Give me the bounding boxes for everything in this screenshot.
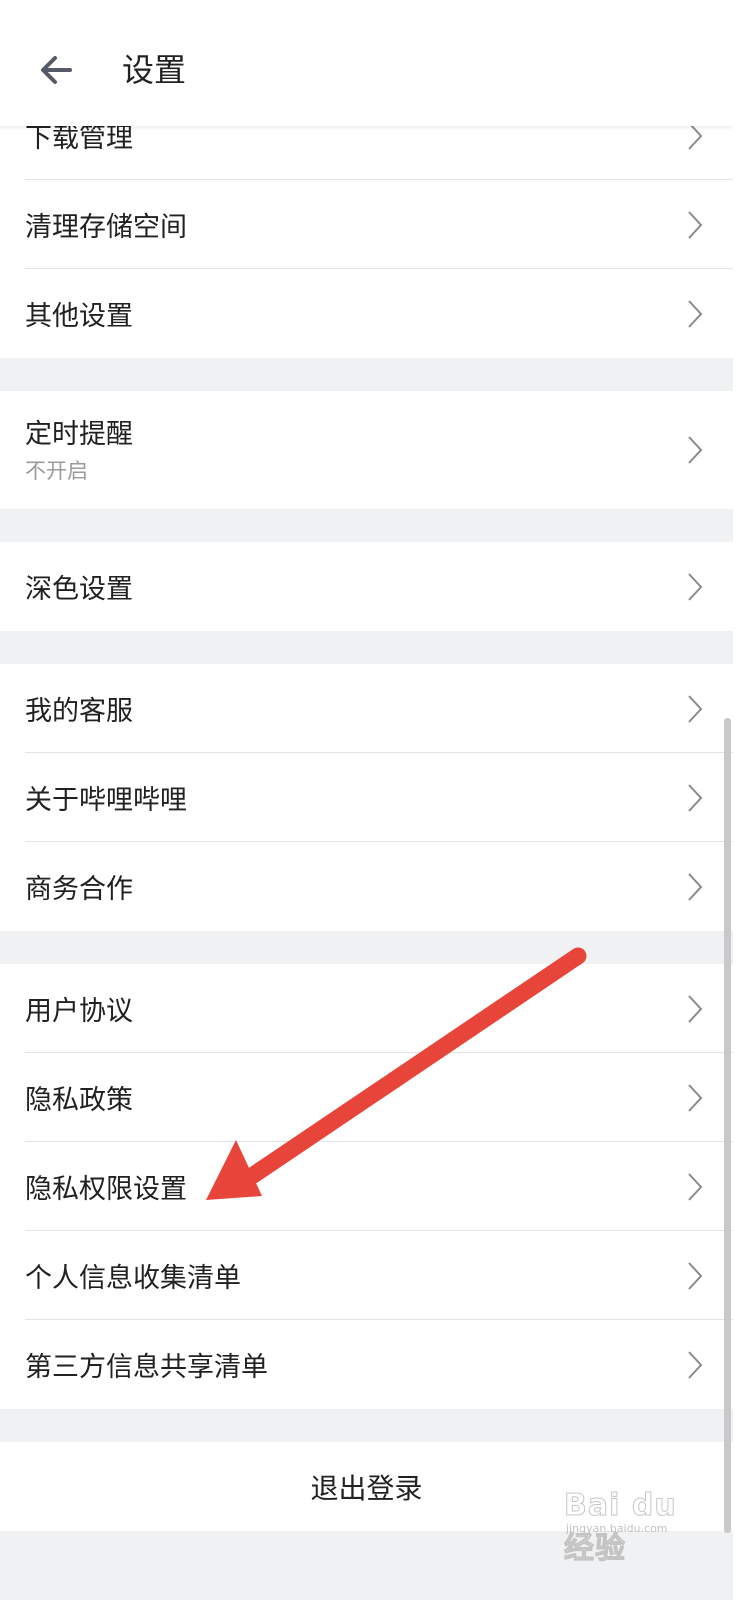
settings-item-user-agreement[interactable]: 用户协议	[0, 964, 733, 1053]
settings-item-label: 其他设置	[25, 301, 133, 332]
settings-item-label: 关于哔哩哔哩	[25, 785, 187, 816]
settings-item-other-settings[interactable]: 其他设置	[0, 269, 733, 358]
settings-item-value: 不开启	[25, 459, 88, 483]
chevron-right-icon	[688, 1350, 703, 1379]
settings-item-privacy-permissions[interactable]: 隐私权限设置	[0, 1142, 733, 1231]
settings-item-label: 第三方信息共享清单	[25, 1352, 268, 1383]
chevron-right-icon	[688, 299, 703, 328]
settings-section-reminder: 定时提醒 不开启	[0, 391, 733, 509]
settings-item-label: 深色设置	[25, 574, 133, 605]
settings-screen: 设置 下载管理 清理存储空间 其他设置 定时提醒 不开启 深色设置 我的客服 关…	[0, 0, 733, 1600]
settings-item-label: 隐私政策	[25, 1085, 133, 1116]
settings-item-clear-storage[interactable]: 清理存储空间	[0, 180, 733, 269]
settings-item-customer-service[interactable]: 我的客服	[0, 664, 733, 753]
chevron-right-icon	[688, 694, 703, 723]
back-button[interactable]	[30, 44, 82, 96]
chevron-right-icon	[688, 1172, 703, 1201]
app-header: 设置	[0, 0, 733, 126]
settings-item-label: 我的客服	[25, 696, 133, 727]
chevron-right-icon	[688, 1083, 703, 1112]
page-title: 设置	[122, 51, 187, 89]
settings-item-label: 用户协议	[25, 996, 133, 1027]
chevron-right-icon	[688, 572, 703, 601]
settings-item-label: 清理存储空间	[25, 212, 187, 243]
chevron-right-icon	[688, 783, 703, 812]
settings-list: 下载管理 清理存储空间 其他设置 定时提醒 不开启 深色设置 我的客服 关于哔哩…	[0, 91, 733, 1531]
settings-item-dark-mode[interactable]: 深色设置	[0, 542, 733, 631]
settings-section-legal: 用户协议 隐私政策 隐私权限设置 个人信息收集清单 第三方信息共享清单	[0, 964, 733, 1409]
settings-item-personal-info-list[interactable]: 个人信息收集清单	[0, 1231, 733, 1320]
chevron-right-icon	[688, 210, 703, 239]
chevron-right-icon	[688, 436, 703, 464]
settings-item-business-cooperation[interactable]: 商务合作	[0, 842, 733, 931]
settings-item-third-party-sharing[interactable]: 第三方信息共享清单	[0, 1320, 733, 1409]
settings-section-storage: 下载管理 清理存储空间 其他设置	[0, 91, 733, 358]
scrollbar[interactable]	[724, 718, 731, 1533]
screen-edge	[733, 0, 748, 1600]
settings-item-timed-reminder[interactable]: 定时提醒 不开启	[0, 391, 733, 509]
watermark-url: jingyan.baidu.com	[566, 1522, 668, 1535]
settings-section-about: 我的客服 关于哔哩哔哩 商务合作	[0, 664, 733, 931]
arrow-left-icon	[41, 56, 72, 84]
chevron-right-icon	[688, 1261, 703, 1290]
settings-section-theme: 深色设置	[0, 542, 733, 631]
settings-item-label: 隐私权限设置	[25, 1174, 187, 1205]
settings-item-privacy-policy[interactable]: 隐私政策	[0, 1053, 733, 1142]
settings-item-label: 定时提醒	[25, 419, 133, 450]
baidu-jingyan-watermark: Bai du 经验 jingyan.baidu.com	[560, 1486, 700, 1567]
chevron-right-icon	[688, 872, 703, 901]
settings-item-label: 个人信息收集清单	[25, 1263, 241, 1294]
chevron-right-icon	[688, 994, 703, 1023]
settings-item-about-bilibili[interactable]: 关于哔哩哔哩	[0, 753, 733, 842]
settings-item-label: 商务合作	[25, 874, 133, 905]
